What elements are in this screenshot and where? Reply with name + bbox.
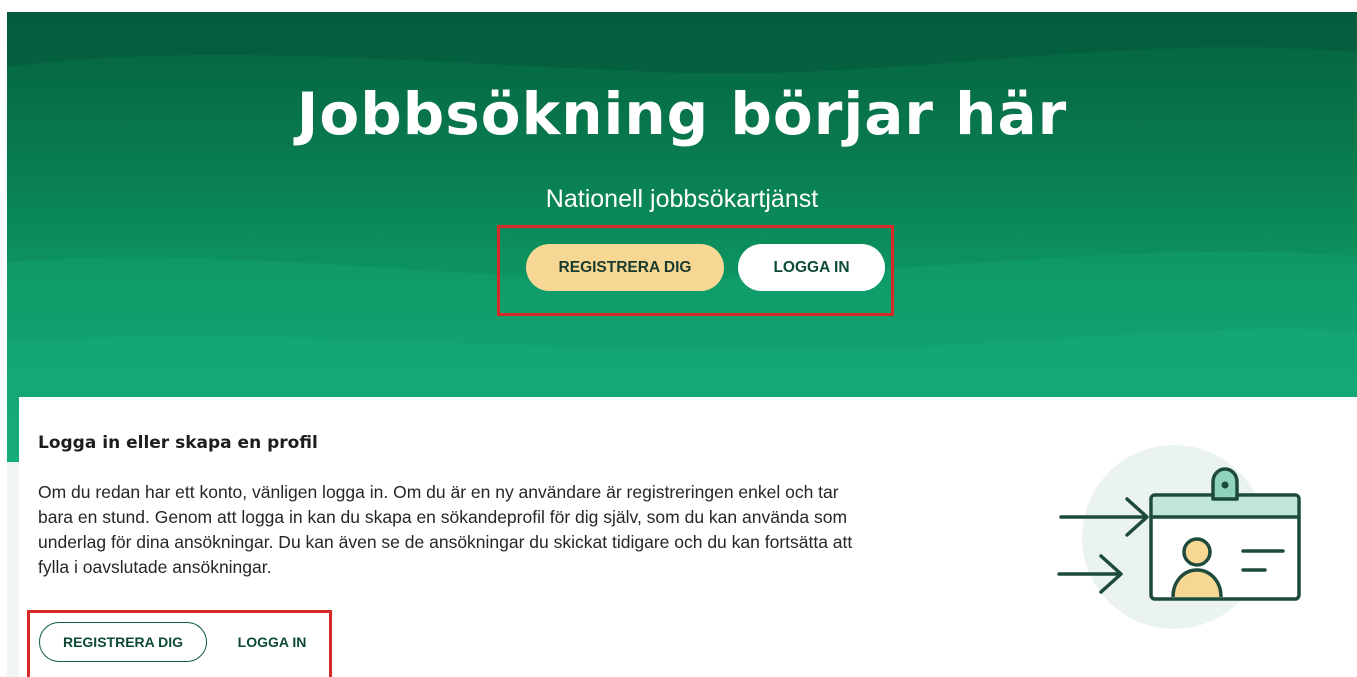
card-button-group: REGISTRERA DIG LOGGA IN: [27, 610, 332, 677]
card-register-button[interactable]: REGISTRERA DIG: [39, 622, 207, 662]
page: Jobbsökning börjar här Nationell jobbsök…: [0, 0, 1357, 677]
page-subtitle: Nationell jobbsökartjänst: [545, 185, 819, 213]
hero-register-button[interactable]: REGISTRERA DIG: [526, 244, 724, 291]
hero-login-button[interactable]: LOGGA IN: [738, 244, 885, 291]
card-title: Logga in eller skapa en profil: [38, 433, 318, 453]
login-card: Logga in eller skapa en profil Om du red…: [19, 397, 1357, 677]
page-edge: [0, 0, 7, 677]
id-badge-login-icon: [1057, 445, 1301, 629]
card-description: Om du redan har ett konto, vänligen logg…: [38, 482, 853, 577]
card-shadow: [7, 462, 19, 677]
page-title: Jobbsökning börjar här: [296, 80, 1068, 148]
card-login-link[interactable]: LOGGA IN: [223, 622, 321, 662]
hero-button-group: REGISTRERA DIG LOGGA IN: [497, 225, 894, 316]
